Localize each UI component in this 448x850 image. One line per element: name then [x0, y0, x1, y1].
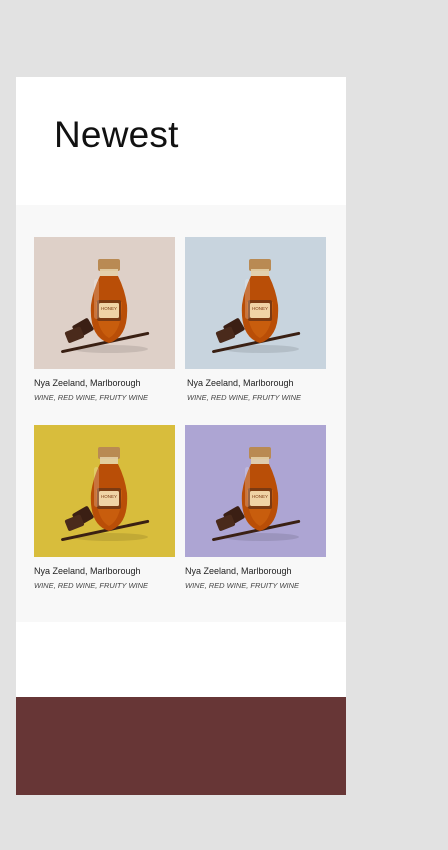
bottle-label: HONEY — [101, 306, 117, 311]
product-image[interactable]: HONEY — [34, 237, 175, 369]
product-name[interactable]: Nya Zeeland, Marlborough — [185, 566, 326, 576]
product-grid: HONEY Nya Zeeland, Marlborough WINE, RED… — [16, 205, 346, 622]
product-card[interactable]: HONEY Nya Zeeland, Marlborough WINE, RED… — [34, 237, 175, 402]
footer-band — [16, 697, 346, 795]
product-card[interactable]: HONEY Nya Zeeland, Marlborough WINE, RED… — [34, 425, 175, 590]
product-card[interactable]: HONEY Nya Zeeland, Marlborough WINE, RED… — [185, 237, 326, 402]
bottle-label: HONEY — [252, 306, 268, 311]
product-tags: WINE, RED WINE, FRUITY WINE — [185, 581, 300, 590]
honey-bottle-with-chocolate-icon: HONEY — [34, 237, 175, 369]
product-tags: WINE, RED WINE, FRUITY WINE — [34, 581, 149, 590]
bottle-label: HONEY — [252, 494, 268, 499]
product-image[interactable]: HONEY — [185, 425, 326, 557]
product-tags: WINE, RED WINE, FRUITY WINE — [187, 393, 302, 402]
product-tags: WINE, RED WINE, FRUITY WINE — [34, 393, 149, 402]
section-title: Newest — [54, 114, 179, 155]
product-name[interactable]: Nya Zeeland, Marlborough — [34, 378, 175, 388]
honey-bottle-with-chocolate-icon: HONEY — [185, 425, 326, 557]
product-name[interactable]: Nya Zeeland, Marlborough — [34, 566, 175, 576]
newest-panel: Newest HONEY Nya Zeeland, Marlborough WI… — [16, 77, 346, 795]
product-image[interactable]: HONEY — [185, 237, 326, 369]
honey-bottle-with-chocolate-icon: HONEY — [34, 425, 175, 557]
product-card[interactable]: HONEY Nya Zeeland, Marlborough WINE, RED… — [185, 425, 326, 590]
honey-bottle-with-chocolate-icon: HONEY — [185, 237, 326, 369]
bottle-label: HONEY — [101, 494, 117, 499]
product-name[interactable]: Nya Zeeland, Marlborough — [187, 378, 326, 388]
product-image[interactable]: HONEY — [34, 425, 175, 557]
